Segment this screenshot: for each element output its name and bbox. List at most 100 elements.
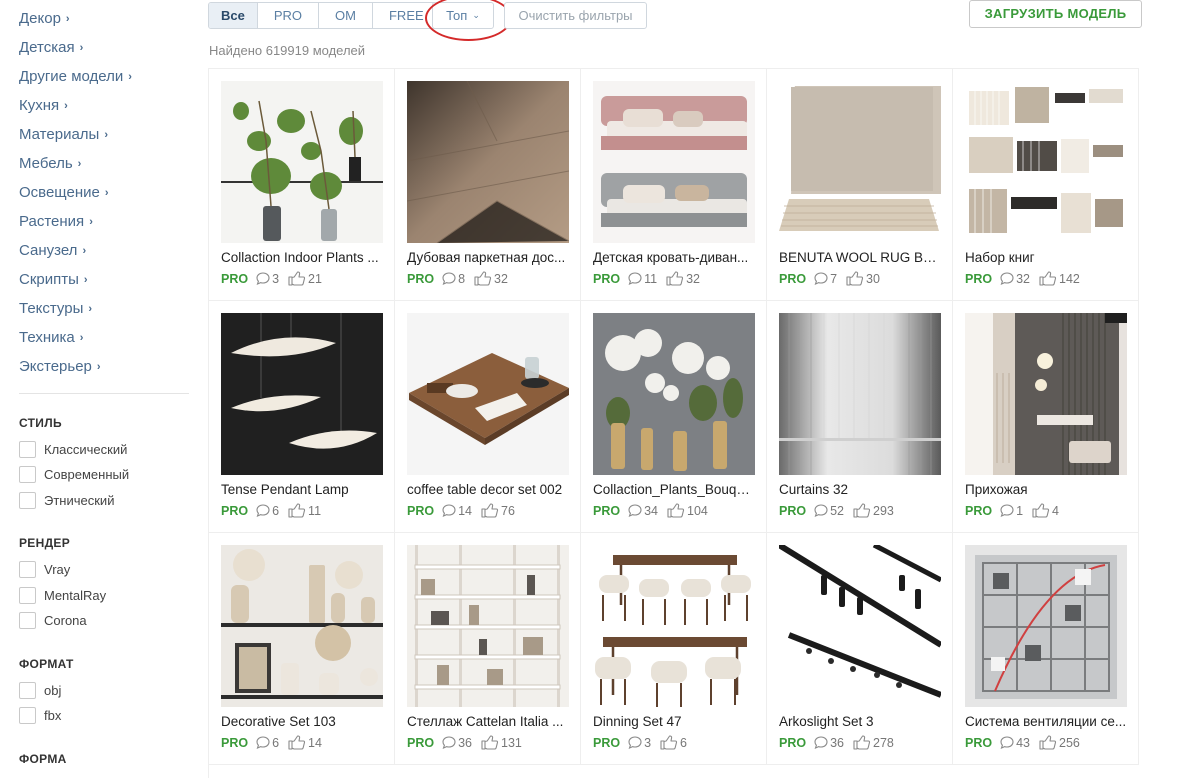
model-thumbnail[interactable] — [221, 313, 383, 475]
like-icon[interactable] — [1032, 503, 1050, 518]
model-thumbnail[interactable] — [593, 313, 755, 475]
like-icon[interactable] — [853, 503, 871, 518]
model-title[interactable]: Collaction_Plants_Bouqu... — [593, 482, 755, 497]
category-item-furniture[interactable]: Мебель › — [19, 149, 132, 178]
model-thumbnail[interactable] — [407, 545, 569, 707]
model-card[interactable]: Детская кровать-диван... PRO 11 32 — [581, 69, 767, 301]
model-title[interactable]: Стеллаж Cattelan Italia ... — [407, 714, 569, 729]
model-thumbnail[interactable] — [779, 81, 941, 243]
model-card[interactable]: Decorative Set 103 PRO 6 14 — [209, 533, 395, 765]
checkbox[interactable] — [19, 466, 36, 483]
category-item-plants[interactable]: Растения › — [19, 207, 132, 236]
model-card[interactable]: Дубовая паркетная дос... PRO 8 32 — [395, 69, 581, 301]
model-title[interactable]: Прихожая — [965, 482, 1127, 497]
like-icon[interactable] — [1039, 271, 1057, 286]
category-label: Текстуры — [19, 299, 84, 317]
model-title[interactable]: Детская кровать-диван... — [593, 250, 755, 265]
model-card[interactable]: coffee table decor set 002 PRO 14 76 — [395, 301, 581, 533]
model-title[interactable]: Curtains 32 — [779, 482, 941, 497]
model-card[interactable]: Tense Pendant Lamp PRO 6 11 — [209, 301, 395, 533]
model-card[interactable]: Collaction_Plants_Bouqu... PRO 34 104 — [581, 301, 767, 533]
like-icon[interactable] — [288, 271, 306, 286]
category-item-textures[interactable]: Текстуры › — [19, 294, 132, 323]
category-item-appliances[interactable]: Техника › — [19, 323, 132, 352]
model-thumbnail[interactable] — [593, 545, 755, 707]
like-icon[interactable] — [474, 271, 492, 286]
render-option-vray[interactable]: Vray — [19, 561, 70, 578]
model-thumbnail[interactable] — [965, 545, 1127, 707]
model-thumbnail[interactable] — [221, 81, 383, 243]
like-icon[interactable] — [666, 271, 684, 286]
model-card[interactable]: BENUTA WOOL RUG BEA... PRO 7 30 — [767, 69, 953, 301]
model-card[interactable]: Система вентиляции се... PRO 43 256 — [953, 533, 1139, 765]
model-card[interactable]: Набор книг PRO 32 142 — [953, 69, 1139, 301]
model-card[interactable]: Прихожая PRO 1 4 — [953, 301, 1139, 533]
like-icon[interactable] — [481, 735, 499, 750]
model-card[interactable]: Curtains 32 PRO 52 293 — [767, 301, 953, 533]
like-icon[interactable] — [846, 271, 864, 286]
model-title[interactable]: Система вентиляции се... — [965, 714, 1127, 729]
checkbox[interactable] — [19, 561, 36, 578]
render-option-mentalray[interactable]: MentalRay — [19, 587, 106, 604]
model-thumbnail[interactable] — [779, 545, 941, 707]
model-title[interactable]: Collaction Indoor Plants ... — [221, 250, 383, 265]
model-thumbnail[interactable] — [965, 81, 1127, 243]
style-option-ethnic[interactable]: Этнический — [19, 492, 114, 509]
like-icon[interactable] — [667, 503, 685, 518]
model-card[interactable]: Arkoslight Set 3 PRO 36 278 — [767, 533, 953, 765]
category-item-scripts[interactable]: Скрипты › — [19, 265, 132, 294]
like-icon[interactable] — [660, 735, 678, 750]
format-option-fbx[interactable]: fbx — [19, 707, 61, 724]
like-count: 21 — [308, 271, 322, 286]
model-thumbnail[interactable] — [407, 313, 569, 475]
upload-model-button[interactable]: ЗАГРУЗИТЬ МОДЕЛЬ — [969, 0, 1142, 28]
like-count: 76 — [501, 503, 515, 518]
category-item-kitchen[interactable]: Кухня › — [19, 91, 132, 120]
checkbox[interactable] — [19, 441, 36, 458]
like-icon[interactable] — [288, 503, 306, 518]
category-item-kids[interactable]: Детская › — [19, 33, 132, 62]
model-title[interactable]: Дубовая паркетная дос... — [407, 250, 569, 265]
model-card[interactable]: Стеллаж Cattelan Italia ... PRO 36 131 — [395, 533, 581, 765]
model-title[interactable]: Decorative Set 103 — [221, 714, 383, 729]
category-item-other[interactable]: Другие модели › — [19, 62, 132, 91]
style-option-classic[interactable]: Классический — [19, 441, 127, 458]
checkbox[interactable] — [19, 492, 36, 509]
checkbox[interactable] — [19, 612, 36, 629]
style-option-modern[interactable]: Современный — [19, 466, 129, 483]
model-title[interactable]: Dinning Set 47 — [593, 714, 755, 729]
sort-dropdown[interactable]: Топ ⌄ — [432, 2, 494, 29]
like-icon[interactable] — [853, 735, 871, 750]
filter-all-button[interactable]: Все — [209, 3, 258, 28]
model-thumbnail[interactable] — [407, 81, 569, 243]
category-item-exterior[interactable]: Экстерьер › — [19, 352, 132, 381]
clear-filters-button[interactable]: Очистить фильтры — [504, 2, 647, 29]
model-thumbnail[interactable] — [779, 313, 941, 475]
checkbox[interactable] — [19, 587, 36, 604]
like-icon[interactable] — [1039, 735, 1057, 750]
category-item-bathroom[interactable]: Санузел › — [19, 236, 132, 265]
like-icon[interactable] — [288, 735, 306, 750]
category-item-lighting[interactable]: Освещение › — [19, 178, 132, 207]
filter-free-button[interactable]: FREE — [372, 3, 440, 28]
chevron-right-icon: › — [128, 70, 132, 83]
format-option-obj[interactable]: obj — [19, 682, 61, 699]
model-title[interactable]: BENUTA WOOL RUG BEA... — [779, 250, 941, 265]
like-icon[interactable] — [481, 503, 499, 518]
model-thumbnail[interactable] — [221, 545, 383, 707]
filter-pro-button[interactable]: PRO — [257, 3, 320, 28]
render-option-corona[interactable]: Corona — [19, 612, 87, 629]
model-title[interactable]: coffee table decor set 002 — [407, 482, 569, 497]
model-card[interactable]: Dinning Set 47 PRO 3 6 — [581, 533, 767, 765]
model-card[interactable]: Collaction Indoor Plants ... PRO 3 21 — [209, 69, 395, 301]
model-thumbnail[interactable] — [593, 81, 755, 243]
model-thumbnail[interactable] — [965, 313, 1127, 475]
model-title[interactable]: Набор книг — [965, 250, 1127, 265]
model-title[interactable]: Tense Pendant Lamp — [221, 482, 383, 497]
category-item-materials[interactable]: Материалы › — [19, 120, 132, 149]
model-title[interactable]: Arkoslight Set 3 — [779, 714, 941, 729]
checkbox[interactable] — [19, 682, 36, 699]
checkbox[interactable] — [19, 707, 36, 724]
filter-om-button[interactable]: OM — [319, 3, 373, 28]
category-item-decor[interactable]: Декор › — [19, 4, 132, 33]
